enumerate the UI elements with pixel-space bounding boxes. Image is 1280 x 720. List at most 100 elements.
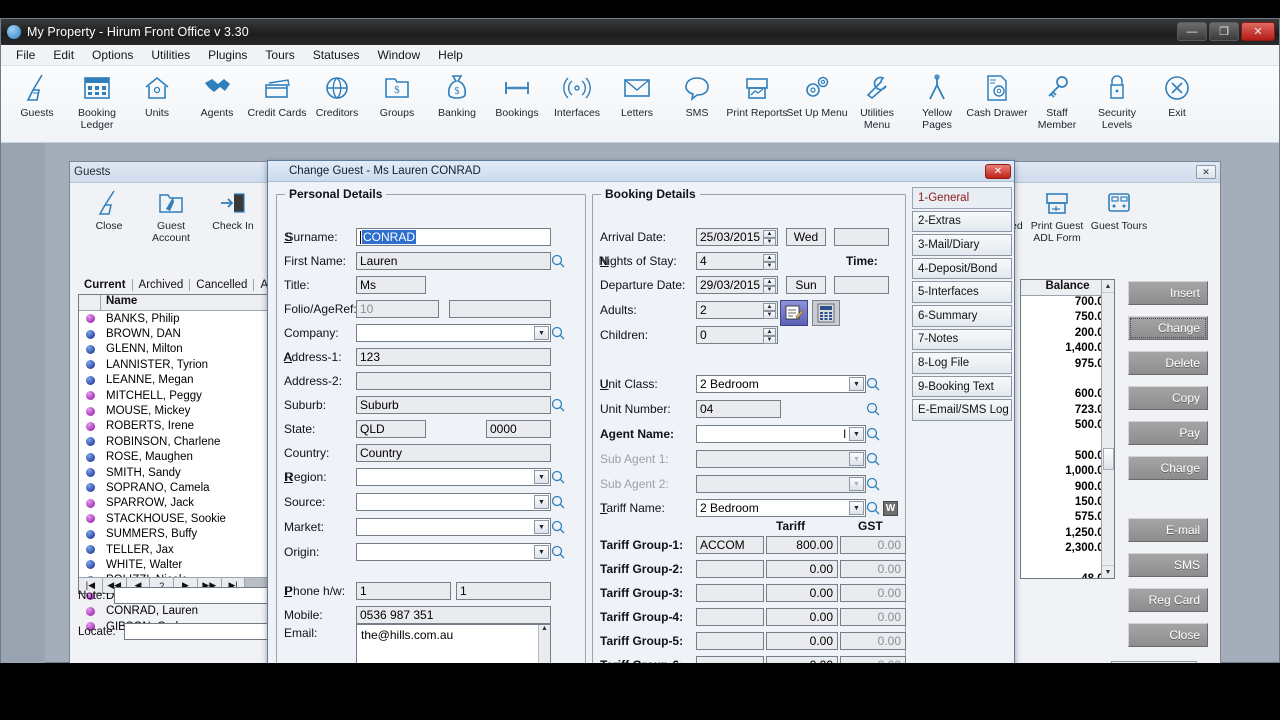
- search-icon[interactable]: [551, 470, 566, 485]
- reg-card-button[interactable]: Reg Card: [1128, 588, 1208, 612]
- table-row[interactable]: TELLER, Jax: [79, 542, 293, 557]
- ribbon-button-interfaces[interactable]: Interfaces: [547, 69, 607, 120]
- search-icon[interactable]: [551, 495, 566, 510]
- children-input[interactable]: 0 ▲ ▼: [696, 326, 778, 344]
- tab-cancelled[interactable]: Cancelled: [190, 279, 255, 291]
- search-icon[interactable]: [866, 427, 881, 442]
- address-2-input[interactable]: [356, 372, 551, 390]
- menu-utilities[interactable]: Utilities: [142, 46, 199, 64]
- sms-button[interactable]: SMS: [1128, 553, 1208, 577]
- departure-date-spinner[interactable]: ▲ ▼: [763, 278, 776, 294]
- scroll-up-arrow[interactable]: ▲: [1102, 280, 1114, 293]
- chevron-down-icon[interactable]: ▼: [849, 501, 864, 515]
- tariff-amount-input[interactable]: 0.00: [766, 632, 838, 650]
- tariff-group-name-input[interactable]: [696, 632, 764, 650]
- search-icon[interactable]: [551, 398, 566, 413]
- menu-plugins[interactable]: Plugins: [199, 46, 256, 64]
- copy-button[interactable]: Copy: [1128, 386, 1208, 410]
- minimize-button[interactable]: —: [1177, 22, 1207, 41]
- source-combo[interactable]: ▼: [356, 493, 551, 511]
- scroll-up-arrow[interactable]: ▲: [539, 625, 550, 632]
- tab-7-notes[interactable]: 7-Notes: [912, 328, 1012, 351]
- maximize-button[interactable]: ❐: [1209, 22, 1239, 41]
- ribbon-button-agents[interactable]: Agents: [187, 69, 247, 120]
- tariff-group-name-input[interactable]: ACCOM: [696, 536, 764, 554]
- table-row[interactable]: BROWN, DAN: [79, 326, 293, 341]
- tariff-name-combo[interactable]: 2 Bedroom ▼: [696, 499, 866, 517]
- table-row[interactable]: LANNISTER, Tyrion: [79, 357, 293, 372]
- ribbon-button-cash-drawer[interactable]: Cash Drawer: [966, 69, 1028, 120]
- balance-scrollbar[interactable]: ▲ ▼: [1101, 280, 1114, 578]
- tab-1-general[interactable]: 1-General: [912, 187, 1012, 209]
- origin-combo[interactable]: ▼: [356, 543, 551, 561]
- guests-toolbar-print-adl[interactable]: Print Guest ADL Form: [1026, 187, 1088, 244]
- chevron-down-icon[interactable]: ▼: [534, 326, 549, 340]
- search-icon[interactable]: [866, 477, 881, 492]
- title-input[interactable]: Ms: [356, 276, 426, 294]
- tab-9-booking-text[interactable]: 9-Booking Text: [912, 375, 1012, 398]
- ribbon-button-yellow-pages[interactable]: Yellow Pages: [907, 69, 967, 131]
- guests-toolbar-check-in[interactable]: Check In: [202, 187, 264, 244]
- menu-edit[interactable]: Edit: [44, 46, 83, 64]
- tariff-amount-input[interactable]: 0.00: [766, 608, 838, 626]
- guests-toolbar-guest-tours[interactable]: Guest Tours: [1088, 187, 1150, 244]
- table-row[interactable]: ROSE, Maughen: [79, 450, 293, 465]
- scroll-down-arrow[interactable]: ▼: [1102, 565, 1114, 578]
- table-row[interactable]: MITCHELL, Peggy: [79, 388, 293, 403]
- ageref-input[interactable]: [449, 300, 551, 318]
- first-name-input[interactable]: Lauren: [356, 252, 551, 270]
- nights-spinner[interactable]: ▲ ▼: [763, 254, 776, 270]
- scroll-thumb[interactable]: [1103, 448, 1114, 470]
- region-combo[interactable]: ▼: [356, 468, 551, 486]
- search-icon[interactable]: [551, 254, 566, 269]
- chevron-down-icon[interactable]: ▼: [849, 427, 864, 441]
- table-row[interactable]: BANKS, Philip: [79, 311, 293, 326]
- search-icon[interactable]: [866, 501, 881, 516]
- arrival-time-input[interactable]: [834, 228, 889, 246]
- table-row[interactable]: STACKHOUSE, Sookie: [79, 511, 293, 526]
- table-row[interactable]: SPARROW, Jack: [79, 496, 293, 511]
- country-input[interactable]: Country: [356, 444, 551, 462]
- menu-tours[interactable]: Tours: [256, 46, 303, 64]
- ribbon-button-booking-ledger[interactable]: Booking Ledger: [67, 69, 127, 131]
- table-row[interactable]: LEANNE, Megan: [79, 373, 293, 388]
- pay-button[interactable]: Pay: [1128, 421, 1208, 445]
- departure-time-input[interactable]: [834, 276, 889, 294]
- adults-spinner[interactable]: ▲ ▼: [763, 303, 776, 319]
- adults-input[interactable]: 2 ▲ ▼: [696, 301, 778, 319]
- menu-options[interactable]: Options: [83, 46, 142, 64]
- ribbon-button-security-levels[interactable]: Security Levels: [1087, 69, 1147, 131]
- dialog-close-button[interactable]: ✕: [985, 163, 1011, 179]
- ribbon-button-banking[interactable]: $ Banking: [427, 69, 487, 120]
- departure-date-input[interactable]: 29/03/2015 ▲ ▼: [696, 276, 778, 294]
- suburb-input[interactable]: Suburb: [356, 396, 551, 414]
- ribbon-button-print-reports[interactable]: Print Reports: [726, 69, 788, 120]
- tab-current[interactable]: Current: [78, 279, 133, 291]
- ribbon-button-utilities-menu[interactable]: Utilities Menu: [847, 69, 907, 131]
- search-icon[interactable]: [551, 326, 566, 341]
- ribbon-button-bookings[interactable]: Bookings: [487, 69, 547, 120]
- ribbon-button-setup-menu[interactable]: Set Up Menu: [786, 69, 848, 120]
- tab-8-log-file[interactable]: 8-Log File: [912, 352, 1012, 374]
- tab-archived[interactable]: Archived: [133, 279, 191, 291]
- chevron-down-icon[interactable]: ▼: [849, 377, 864, 391]
- search-icon[interactable]: [866, 452, 881, 467]
- search-icon[interactable]: [866, 377, 881, 392]
- mobile-input[interactable]: 0536 987 351: [356, 606, 551, 624]
- unit-class-combo[interactable]: 2 Bedroom ▼: [696, 375, 866, 393]
- charge-button[interactable]: Charge: [1128, 456, 1208, 480]
- menu-file[interactable]: File: [7, 46, 44, 64]
- search-icon[interactable]: [551, 545, 566, 560]
- table-row[interactable]: GLENN, Milton: [79, 342, 293, 357]
- tab-4-deposit-bond[interactable]: 4-Deposit/Bond: [912, 257, 1012, 280]
- menu-window[interactable]: Window: [368, 46, 429, 64]
- company-combo[interactable]: ▼: [356, 324, 551, 342]
- address-1-input[interactable]: 123: [356, 348, 551, 366]
- children-spinner[interactable]: ▲ ▼: [763, 328, 776, 344]
- surname-input[interactable]: CONRAD: [356, 228, 551, 246]
- close-button[interactable]: Close: [1128, 623, 1208, 647]
- change-button[interactable]: Change: [1128, 316, 1208, 340]
- tab-e-email-sms-log[interactable]: E-Email/SMS Log: [912, 399, 1012, 421]
- arrival-date-spinner[interactable]: ▲ ▼: [763, 230, 776, 246]
- search-icon[interactable]: [551, 520, 566, 535]
